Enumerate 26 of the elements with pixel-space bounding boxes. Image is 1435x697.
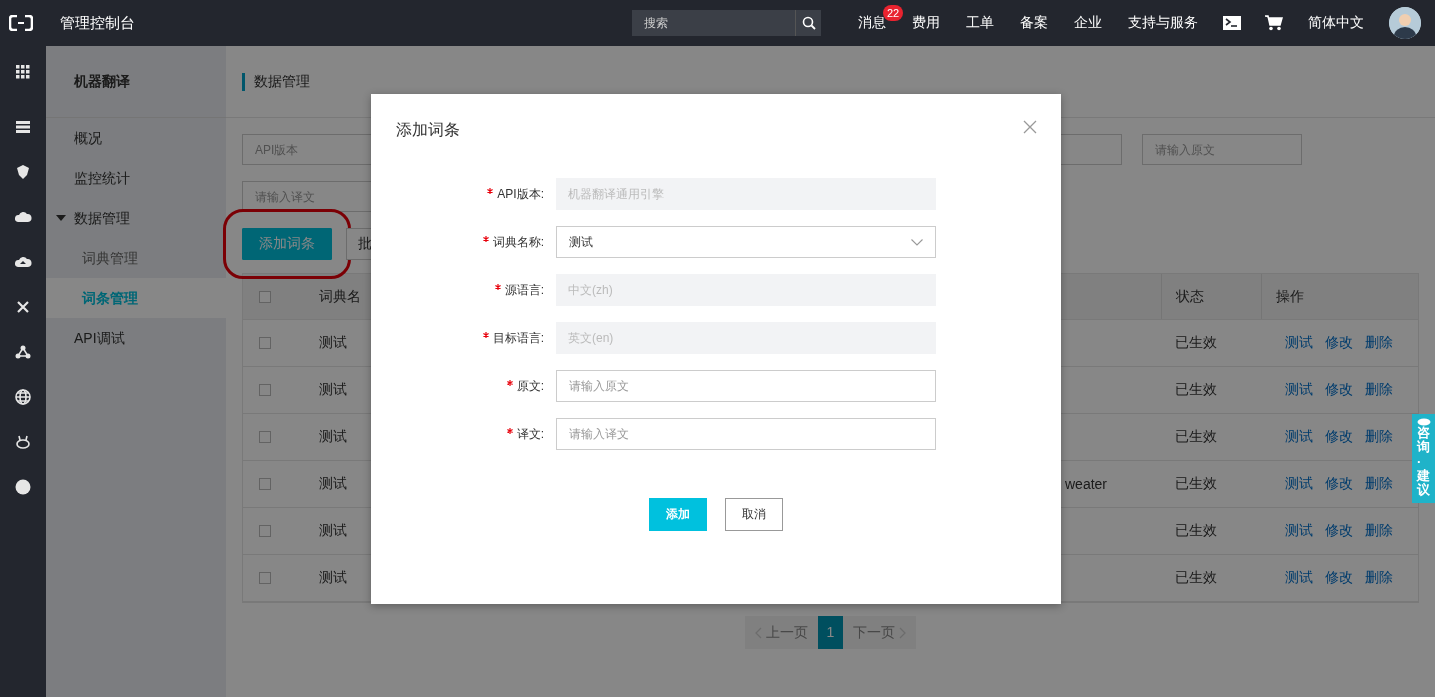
table-cell-text: 测试: [318, 381, 347, 399]
table-cell-text: 已生效: [1174, 381, 1217, 399]
column-header: 操作: [1261, 274, 1418, 319]
table-cell-text: 已生效: [1174, 569, 1217, 587]
readonly-field: 中文(zh): [556, 274, 936, 306]
table-cell-text: 已生效: [1174, 428, 1217, 446]
table-cell-text: weater: [1064, 476, 1108, 492]
console-title: 管理控制台: [60, 13, 135, 33]
field-label: 目标语言:: [492, 330, 544, 345]
table-cell-text: 已生效: [1174, 522, 1217, 540]
table-cell-text: 测试: [318, 569, 347, 587]
field-label: 源语言:: [504, 282, 544, 297]
column-header: 词典名: [318, 287, 361, 306]
table-cell-text: 测试: [318, 475, 347, 493]
field-label: 译文:: [516, 426, 544, 441]
field-label: 词典名称:: [492, 234, 544, 249]
table-cell-text: 测试: [318, 334, 347, 352]
page-title: 数据管理: [242, 72, 310, 91]
table-cell-text: 测试: [318, 522, 347, 540]
column-header: 状态: [1161, 274, 1261, 319]
table-cell-text: 已生效: [1174, 334, 1217, 352]
table-cell-text: 已生效: [1174, 475, 1217, 493]
table-cell-text: 测试: [318, 428, 347, 446]
field-label: API版本:: [497, 186, 544, 201]
notification-badge: 22: [883, 5, 904, 21]
field-label: 原文:: [516, 378, 544, 393]
